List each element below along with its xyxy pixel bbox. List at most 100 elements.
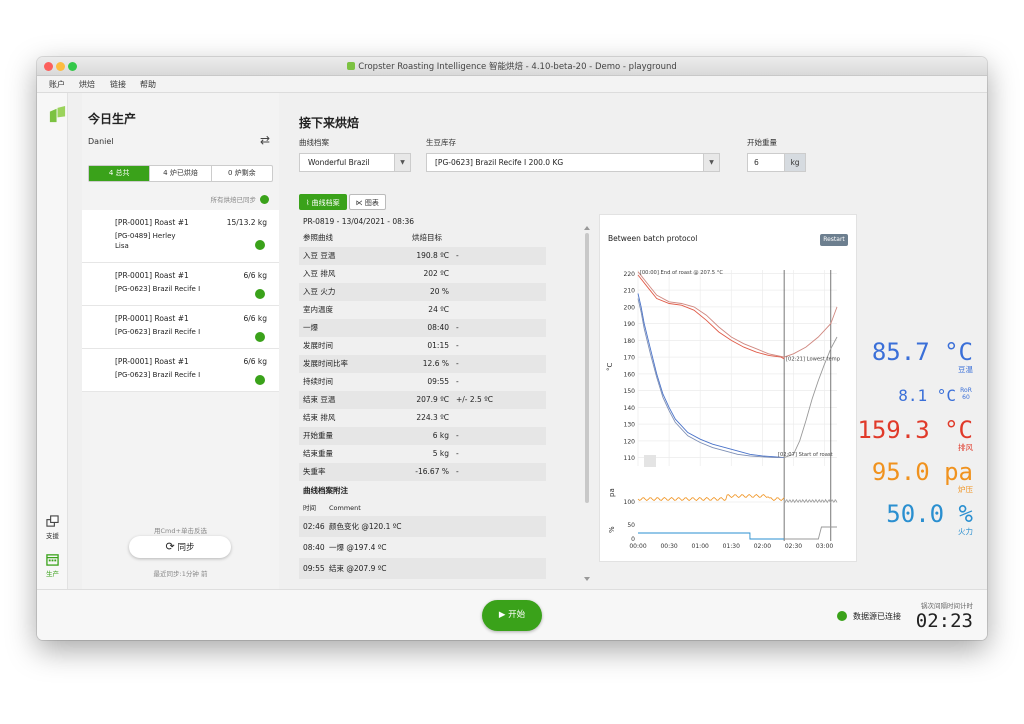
table-row: 结束 豆温 207.9 ºC +/- 2.5 ºC <box>299 391 546 409</box>
row-value: 01:15 <box>427 341 449 350</box>
last-sync: 最近同步:1分钟 前 <box>153 570 208 578</box>
reading-block: 95.0 pa 炉压 <box>853 459 973 495</box>
x-tick-label: 00:00 <box>629 543 646 550</box>
chart-annotation: [02:07] Start of roast <box>778 452 833 458</box>
stock-label: 生豆库存 <box>426 138 456 147</box>
next-roast-title: 接下来烘焙 <box>299 116 360 130</box>
stock-select[interactable]: [PG-0623] Brazil Recife I 200.0 KG ▼ <box>426 153 720 172</box>
menu-account[interactable]: 账户 <box>49 79 65 90</box>
sync-button[interactable]: ⟳ 同步 <box>129 536 231 558</box>
roast-item[interactable]: [PR-0001] Roast #1 6/6 kg [PG-0623] Braz… <box>82 349 279 392</box>
row-extra: - <box>456 359 459 368</box>
row-extra: - <box>456 449 459 458</box>
roast-item[interactable]: [PR-0001] Roast #1 15/13.2 kg [PG-0489] … <box>82 210 279 263</box>
roast-item[interactable]: [PR-0001] Roast #1 6/6 kg [PG-0623] Braz… <box>82 263 279 306</box>
note-text: 颜色变化 @120.1 ºC <box>329 522 402 531</box>
pct-tick-label: 50 <box>627 522 635 529</box>
table-row: 开始重量 6 kg - <box>299 427 546 445</box>
swap-user-icon[interactable]: ⇄ <box>260 133 270 147</box>
note-row: 09:55 结束 @207.9 ºC <box>299 558 546 579</box>
roast-green: [PG-0623] Brazil Recife I <box>115 371 201 379</box>
title-bar: Cropster Roasting Intelligence 智能烘焙 - 4.… <box>37 57 987 76</box>
roast-item[interactable]: [PR-0001] Roast #1 6/6 kg [PG-0623] Braz… <box>82 306 279 349</box>
note-row: 08:40 一爆 @197.4 ºC <box>299 537 546 558</box>
nav-production[interactable]: 生产 <box>37 553 68 578</box>
notes-col-time: 时间 <box>303 504 316 512</box>
roast-chart: 110 120 130 140 150 160 170 180 190 200 210 220 00:0… <box>606 270 841 550</box>
table-header-row: 参照曲线 烘焙目标 <box>299 229 546 247</box>
y-tick-label: 220 <box>624 271 636 278</box>
menu-roast[interactable]: 烘焙 <box>79 79 95 90</box>
app-logo-icon <box>347 62 356 70</box>
burner-line <box>638 532 785 540</box>
row-value: 12.6 % <box>422 359 449 368</box>
roast-title: [PR-0001] Roast #1 <box>115 271 189 280</box>
row-extra: - <box>456 467 459 476</box>
profile-select[interactable]: Wonderful Brazil ▼ <box>299 153 411 172</box>
roast-status-dot <box>255 332 265 342</box>
window-title-text: Cropster Roasting Intelligence 智能烘焙 - 4.… <box>358 62 677 72</box>
connection-status: 数据源已连接 <box>837 611 901 622</box>
row-value: 224.3 ºC <box>416 413 449 422</box>
row-extra: - <box>456 377 459 386</box>
support-icon <box>46 515 59 527</box>
play-icon: ▶ <box>498 610 506 620</box>
table-row: 发展时间 01:15- <box>299 337 546 355</box>
table-row: 室内温度 24 ºC <box>299 301 546 319</box>
reading-block: 85.7 °C 豆温 <box>853 339 973 375</box>
reading-label: 豆温 <box>958 365 973 374</box>
pa-tick-label: 100 <box>624 499 636 506</box>
reading-block: 159.3 °C 排风 <box>853 417 973 453</box>
roast-weight: 6/6 kg <box>243 314 267 323</box>
row-value: 6 kg <box>432 431 449 440</box>
row-label: 持续时间 <box>303 377 333 386</box>
roast-title: [PR-0001] Roast #1 <box>115 218 189 227</box>
note-time: 08:40 <box>303 543 325 552</box>
reading-value: 8.1 °C <box>898 386 956 405</box>
filter-total[interactable]: 4 总共 <box>89 166 150 181</box>
x-tick-label: 00:30 <box>660 543 677 550</box>
roast-weight: 15/13.2 kg <box>226 218 267 227</box>
pressure-line <box>637 493 785 502</box>
start-button[interactable]: ▶ 开始 <box>482 600 542 631</box>
roast-weight: 6/6 kg <box>243 357 267 366</box>
note-text: 一爆 @197.4 ºC <box>329 543 387 552</box>
x-tick-label: 01:00 <box>692 543 709 550</box>
chart-card: Between batch protocol Restart 110 120 130… <box>599 214 857 562</box>
table-row: 持续时间 09:55- <box>299 373 546 391</box>
roast-green: [PG-0489] Herley Lisa <box>115 232 176 250</box>
filter-remaining[interactable]: 0 炉剩余 <box>210 166 272 181</box>
notes-col-comment: Comment <box>329 504 361 512</box>
table-scrollbar[interactable] <box>583 225 591 583</box>
x-tick-label: 02:30 <box>785 543 802 550</box>
weight-unit: kg <box>785 153 806 172</box>
weight-input[interactable]: 6 <box>747 153 785 172</box>
table-row: 失重率 -16.67 % - <box>299 463 546 481</box>
timer-label: 锅次间隔时间计时 <box>921 602 973 610</box>
reading-value: 95.0 pa <box>871 458 973 486</box>
menu-links[interactable]: 链接 <box>110 79 126 90</box>
nav-support-label: 支援 <box>46 532 59 540</box>
row-value: 24 ºC <box>428 305 449 314</box>
x-tick-label: 02:00 <box>754 543 771 550</box>
production-title: 今日生产 <box>88 112 137 126</box>
row-label: 结束 豆温 <box>303 395 336 404</box>
user-name: Daniel <box>88 137 114 146</box>
roast-status-dot <box>255 240 265 250</box>
table-row: 发展时间比率 12.6 % - <box>299 355 546 373</box>
menu-help[interactable]: 帮助 <box>140 79 156 90</box>
pa-axis-label: pa <box>608 488 616 497</box>
y-tick-label: 210 <box>624 288 636 295</box>
filter-roasted[interactable]: 4 炉已烘焙 <box>149 166 210 181</box>
reading-value: 159.3 °C <box>857 416 973 444</box>
reading-value: 50.0 % <box>886 500 973 528</box>
row-label: 发展时间比率 <box>303 359 348 368</box>
y-tick-label: 170 <box>624 355 636 362</box>
pct-tick-label: 0 <box>631 536 635 543</box>
nav-support[interactable]: 支援 <box>37 515 68 540</box>
reading-label: 排风 <box>958 443 973 452</box>
y-tick-label: 120 <box>624 438 636 445</box>
tab-chart[interactable]: ⋉ 图表 <box>348 194 386 210</box>
row-label: 室内温度 <box>303 305 333 314</box>
tab-profile[interactable]: ⌇ 曲线档案 <box>299 194 347 210</box>
